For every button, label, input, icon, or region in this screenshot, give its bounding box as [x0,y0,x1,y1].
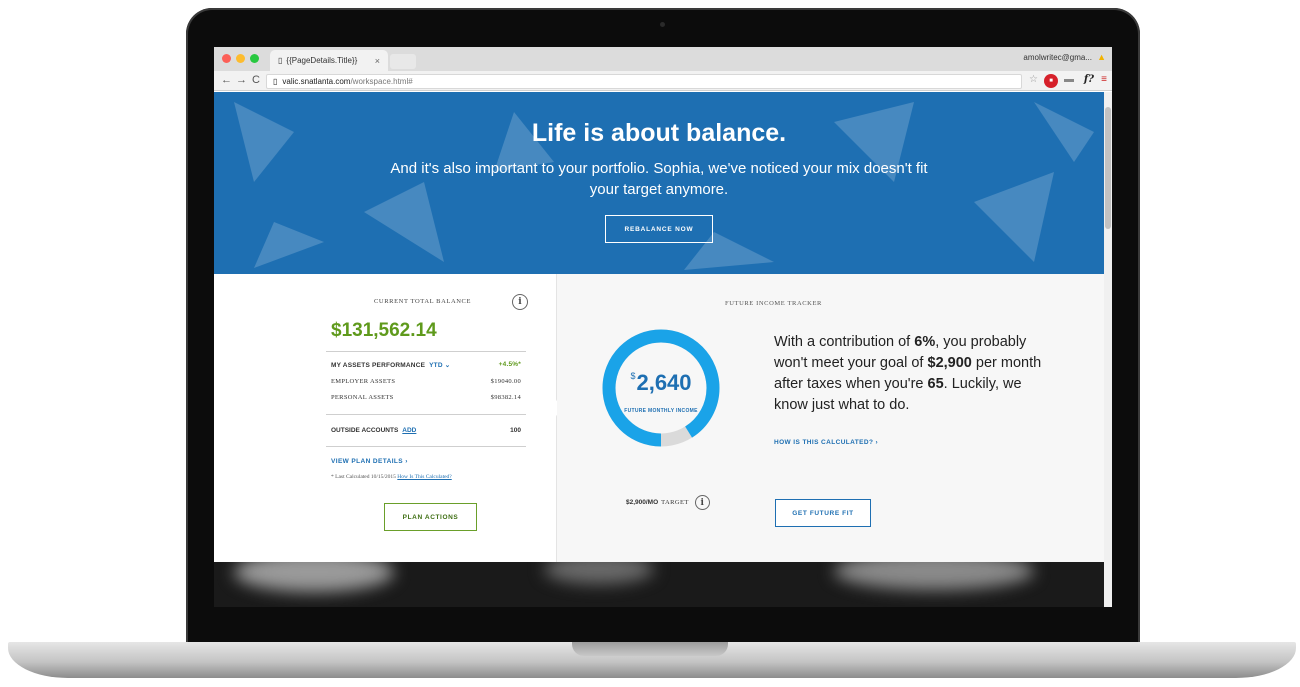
menu-icon[interactable]: ≡ [1101,74,1107,85]
webcam [660,22,665,27]
performance-label: MY ASSETS PERFORMANCE [331,362,426,369]
hero-banner: Life is about balance. And it's also imp… [214,92,1104,274]
view-plan-details-link[interactable]: VIEW PLAN DETAILS › [331,458,408,465]
employer-assets-value: $19040.00 [490,378,521,385]
contribution-message: With a contribution of 6%, you probably … [774,332,1054,416]
page-icon: ▯ [273,77,278,86]
extension-icon[interactable]: ▬ [1064,74,1074,85]
contribution-percent: 6% [914,334,936,350]
last-calculated-date: * Last Calculated 10/15/2015 [331,474,396,480]
reload-icon[interactable]: C [252,74,260,86]
assets-performance-row: MY ASSETS PERFORMANCE YTD ⌄ +4.5%* [331,361,521,369]
url-host: valic.snatlanta.com [282,77,351,86]
personal-assets-label: PERSONAL ASSETS [331,394,394,401]
close-window-button[interactable] [222,54,231,63]
laptop-notch [572,642,728,656]
web-page: Life is about balance. And it's also imp… [214,92,1104,607]
url-path: /workspace.html# [350,77,413,86]
browser-tab-bar: ▯ {{PageDetails.Title}} × amolwritec@gma… [214,47,1112,71]
balance-panel: CURRENT TOTAL BALANCE i $131,562.14 MY A… [214,274,557,562]
background-photo-strip [214,562,1104,607]
font-extension-icon[interactable]: f? [1084,74,1094,85]
target-amount: $2,900/MO [626,499,659,506]
rebalance-now-button[interactable]: REBALANCE NOW [605,215,713,243]
bookmark-star-icon[interactable]: ☆ [1029,74,1038,85]
browser-toolbar: ← → C ▯ valic.snatlanta.com/workspace.ht… [214,71,1112,91]
tracker-label: FUTURE INCOME TRACKER [725,300,822,307]
personal-assets-row: PERSONAL ASSETS $98382.14 [331,394,521,401]
forward-arrow-icon[interactable]: → [236,74,247,86]
period-dropdown[interactable]: YTD ⌄ [429,362,450,369]
adblock-icon[interactable]: ■ [1044,74,1058,88]
scrollbar-thumb[interactable] [1105,107,1111,229]
goal-amount: $2,900 [927,355,972,371]
minimize-window-button[interactable] [236,54,245,63]
total-balance: $131,562.14 [331,320,437,341]
hero-title: Life is about balance. [531,119,787,147]
back-arrow-icon[interactable]: ← [221,74,232,86]
info-icon[interactable]: i [512,294,528,310]
how-calculated-link[interactable]: How Is This Calculated? [397,474,451,480]
personal-assets-value: $98382.14 [490,394,521,401]
divider [326,414,526,415]
hero-subtitle: And it's also important to your portfoli… [390,160,928,198]
divider [326,446,526,447]
outside-accounts-row: OUTSIDE ACCOUNTS ADD 100 [331,427,521,434]
info-icon[interactable]: i [694,495,710,510]
tab-title: {{PageDetails.Title}} [286,56,358,65]
add-outside-account-link[interactable]: ADD [402,427,416,434]
plan-actions-button[interactable]: PLAN ACTIONS [384,503,477,531]
last-calculated-note: * Last Calculated 10/15/2015 How Is This… [331,474,452,480]
get-future-fit-button[interactable]: GET FUTURE FIT [775,499,871,527]
tab-close-icon[interactable]: × [375,56,380,66]
target-row: $2,900/MO TARGET i [626,495,710,510]
screen: ▯ {{PageDetails.Title}} × amolwritec@gma… [214,47,1112,607]
balance-label: CURRENT TOTAL BALANCE [374,298,472,305]
new-tab-button[interactable] [390,54,416,69]
warning-icon[interactable]: ▲ [1097,52,1106,62]
future-income-panel: FUTURE INCOME TRACKER $2,640 FUTURE MONT… [557,274,1104,562]
how-is-this-calculated-link[interactable]: HOW IS THIS CALCULATED? › [774,439,878,446]
future-monthly-income: $2,640 [601,370,721,396]
outside-accounts-value: 100 [510,427,521,434]
profile-name[interactable]: amolwritec@gma... [1023,53,1092,62]
msg-part: With a contribution of [774,334,915,350]
performance-value: +4.5%* [498,361,521,368]
income-label: FUTURE MONTHLY INCOME [624,408,698,414]
retirement-age: 65 [927,376,944,392]
currency-symbol: $ [630,371,636,381]
target-word: TARGET [661,499,689,506]
browser-tab[interactable]: ▯ {{PageDetails.Title}} × [270,50,388,71]
page-icon: ▯ [278,56,283,65]
laptop-frame: ▯ {{PageDetails.Title}} × amolwritec@gma… [0,0,1300,687]
employer-assets-row: EMPLOYER ASSETS $19040.00 [331,378,521,385]
address-bar[interactable]: ▯ valic.snatlanta.com/workspace.html# [266,74,1022,89]
zoom-window-button[interactable] [250,54,259,63]
outside-accounts-label: OUTSIDE ACCOUNTS [331,427,399,434]
divider [326,351,526,352]
income-amount: 2,640 [636,370,692,395]
employer-assets-label: EMPLOYER ASSETS [331,378,396,385]
